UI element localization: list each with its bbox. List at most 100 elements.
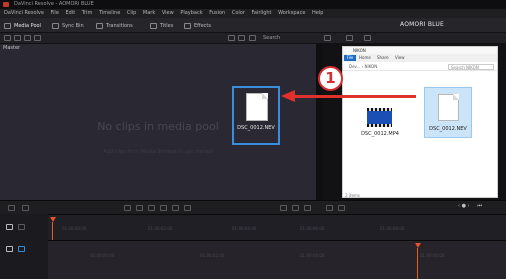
explorer-title: NIKON [353,48,366,53]
resolve-app-icon [3,2,9,7]
explorer-tab-file[interactable]: File [344,55,356,61]
project-title: AOMORI BLUE [400,21,445,28]
crop-icon[interactable] [364,35,371,41]
menu-item-view[interactable]: View [162,10,174,16]
full-zoom-icon[interactable] [304,205,311,211]
menu-item-help[interactable]: Help [312,10,323,16]
menu-item-fairlight[interactable]: Fairlight [251,10,271,16]
menu-item-clip[interactable]: Clip [127,10,136,16]
window-title: DaVinci Resolve - AOMORI BLUE [14,1,94,7]
media-pool-search[interactable]: Search [263,34,280,43]
document-icon [438,94,459,121]
track-lock-icon[interactable] [6,224,13,230]
effects-label: Effects [194,23,211,29]
menu-item-file[interactable]: File [51,10,59,16]
menu-item-app[interactable]: DaVinci Resolve [4,10,44,16]
menu-item-trim[interactable]: Trim [82,10,93,16]
list-view-icon[interactable] [24,35,31,41]
metadata-view-icon[interactable] [238,35,245,41]
timecode-mark: 01:00:08:00 [380,226,405,231]
explorer-tab-share[interactable]: Share [377,54,389,62]
dragged-clip-name: DSC_0012.NEV [237,125,275,131]
document-icon [246,93,268,121]
titles-button[interactable]: Titles [150,22,173,30]
transitions-icon [96,22,103,29]
menu-item-color[interactable]: Color [232,10,245,16]
viewer-subtoolbar [316,33,506,44]
timecode-mark: 01:00:04:00 [300,253,325,258]
split-view-icon[interactable] [346,35,353,41]
replace-clip-icon[interactable] [148,205,155,211]
audio-track-solo-icon[interactable] [18,246,25,252]
media-pool-icon [4,22,11,29]
media-pool-button[interactable]: Media Pool [4,22,41,30]
zoom-in-icon[interactable] [292,205,299,211]
transitions-label: Transitions [106,23,133,29]
timecode-mark: 01:00:02:00 [148,226,173,231]
file-name-mp4: DSC_0012.MP4 [361,131,399,137]
sort-icon[interactable] [249,35,256,41]
sync-bin-label: Sync Bin [62,23,84,29]
back-arrow-icon[interactable] [4,35,11,41]
menu-item-fusion[interactable]: Fusion [209,10,225,16]
thumbnail-view-icon[interactable] [228,35,235,41]
ripple-overwrite-icon[interactable] [184,205,191,211]
transitions-button[interactable]: Transitions [96,22,133,30]
effects-icon [184,22,191,29]
explorer-title-bar: NIKON [343,47,497,54]
explorer-address: Dev... › NIKON [349,64,378,69]
step-callout: 1 [318,66,343,91]
zoom-out-icon[interactable] [280,205,287,211]
explorer-ribbon: Home Share View [343,54,497,62]
titles-icon [150,22,157,29]
playhead-upper[interactable] [52,222,53,240]
track-link-icon[interactable] [18,224,25,230]
viewer-option-icon[interactable] [324,35,331,41]
effects-button[interactable]: Effects [184,22,211,30]
timeline-lower[interactable] [0,240,506,279]
explorer-tab-view[interactable]: View [395,54,405,62]
menu-item-workspace[interactable]: Workspace [278,10,305,16]
menu-item-timeline[interactable]: Timeline [99,10,120,16]
audio-meter-icon[interactable] [338,205,345,211]
playhead-lower-cap[interactable] [415,243,421,248]
playback-nav[interactable]: ‹ ● › ⏮ [458,203,482,209]
menu-item-playback[interactable]: Playback [180,10,202,16]
empty-pool-hint: Add clips from Media Storage to get star… [103,149,213,155]
drag-arrow-line [294,95,416,98]
main-toolbar: Media Pool Sync Bin Transitions Titles E… [0,18,506,33]
overwrite-clip-icon[interactable] [136,205,143,211]
track-headers [0,214,48,279]
titles-label: Titles [160,23,174,29]
timecode-mark: 01:00:00:00 [90,253,115,258]
fit-to-fill-icon[interactable] [160,205,167,211]
edit-mode-icon[interactable] [8,205,15,211]
timeline-options-icon[interactable] [326,205,333,211]
dragged-clip-card[interactable]: DSC_0012.NEV [232,86,280,145]
file-item-nev-selected[interactable]: DSC_0012.NEV [424,87,472,138]
playhead-upper-cap[interactable] [50,217,56,222]
timecode-mark: 01:00:02:00 [200,253,225,258]
insert-clip-icon[interactable] [124,205,131,211]
forward-arrow-icon[interactable] [14,35,21,41]
playhead-lower[interactable] [417,248,418,279]
timecode-mark: 01:00:04:00 [232,226,257,231]
place-on-top-icon[interactable] [172,205,179,211]
explorer-search-input[interactable]: Search NIKON [448,64,494,70]
menu-bar: DaVinci Resolve File Edit Trim Timeline … [0,9,506,18]
drag-arrow-head [281,90,295,102]
sync-bin-button[interactable]: Sync Bin [52,22,84,30]
timecode-mark: 01:00:00:00 [62,226,87,231]
menu-item-mark[interactable]: Mark [143,10,155,16]
media-pool-label: Media Pool [14,23,41,29]
razor-icon[interactable] [22,205,29,211]
explorer-tab-home[interactable]: Home [359,54,371,62]
timecode-mark: 01:00:06:00 [300,226,325,231]
audio-track-icon[interactable] [6,246,13,252]
menu-item-edit[interactable]: Edit [66,10,76,16]
bin-label[interactable]: Master [3,45,20,51]
timecode-mark: 01:00:06:00 [420,253,445,258]
grid-view-icon[interactable] [34,35,41,41]
file-name-nev: DSC_0012.NEV [429,126,467,132]
edit-control-bar [0,200,506,214]
